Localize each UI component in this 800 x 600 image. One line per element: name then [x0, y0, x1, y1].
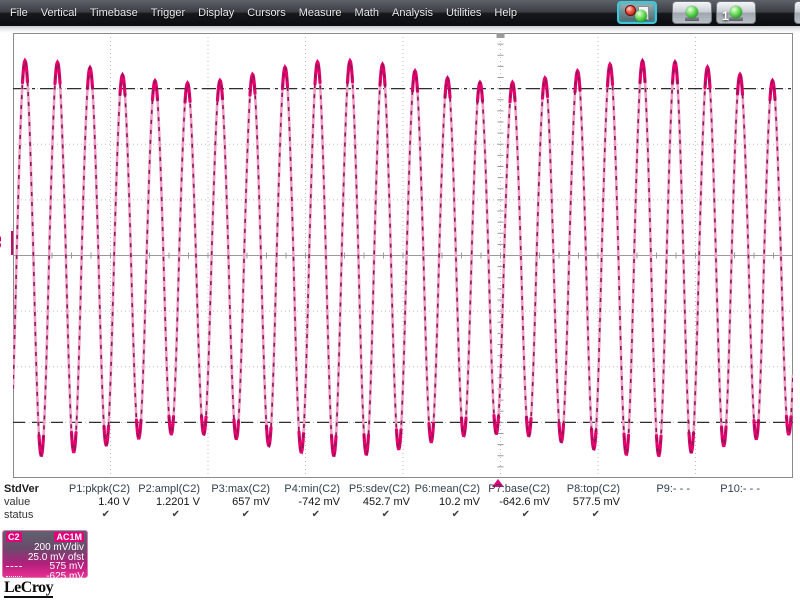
menu-item-measure[interactable]: Measure — [299, 7, 342, 19]
measure-status-p5: ✔ — [381, 509, 390, 520]
coupling-badge: AC1M — [54, 532, 84, 542]
measure-label-p7[interactable]: P7:base(C2) — [480, 483, 550, 496]
measure-label-p5[interactable]: P5:sdev(C2) — [340, 483, 410, 496]
measure-label-p4[interactable]: P4:min(C2) — [270, 483, 340, 496]
channel-axis-marker[interactable]: C2 — [0, 236, 19, 249]
menu-item-analysis[interactable]: Analysis — [392, 7, 433, 19]
measurement-table: StdVer P1:pkpk(C2) P2:ampl(C2) P3:max(C2) P4… — [2, 483, 800, 522]
measure-status-p8: ✔ — [591, 509, 600, 520]
display-1-button[interactable]: 1 — [716, 1, 756, 24]
measure-label-p11[interactable]: P — [760, 483, 800, 496]
menu-item-trigger[interactable]: Trigger — [151, 7, 185, 19]
menu-item-help[interactable]: Help — [494, 7, 517, 19]
menu-item-math[interactable]: Math — [355, 7, 379, 19]
lecroy-logo: LeCroy — [4, 579, 54, 598]
measure-value-p1: 1.40 V — [98, 496, 130, 508]
measure-value-p8: 577.5 mV — [572, 496, 620, 508]
display-partial-button[interactable] — [794, 1, 800, 24]
measure-value-p9 — [620, 496, 690, 509]
window-chrome-strip — [0, 26, 800, 33]
menu-item-cursors[interactable]: Cursors — [247, 7, 286, 19]
menu-item-display[interactable]: Display — [198, 7, 234, 19]
table-row-header-value: value — [4, 496, 31, 508]
measure-value-p6: 10.2 mV — [439, 496, 480, 508]
measure-value-p5: 452.7 mV — [362, 496, 410, 508]
measure-value-p11 — [760, 496, 800, 509]
channel-c2-descriptor-box[interactable]: C2 AC1M 200 mV/div 25.0 mV ofst 575 mV -… — [2, 530, 88, 581]
measure-status-p9 — [620, 509, 690, 522]
measure-status-p2: ✔ — [171, 509, 180, 520]
waveform-display[interactable] — [11, 32, 795, 479]
scope-grid-svg — [11, 32, 795, 479]
measure-label-p2[interactable]: P2:ampl(C2) — [130, 483, 200, 496]
history-mode-button[interactable] — [617, 1, 657, 24]
menu-item-timebase[interactable]: Timebase — [90, 7, 138, 19]
menu-item-utilities[interactable]: Utilities — [446, 7, 481, 19]
measure-value-p4: -742 mV — [298, 496, 340, 508]
cursor-bottom-linestyle-icon — [6, 575, 22, 577]
measure-value-p10 — [690, 496, 760, 509]
channel-axis-tick — [11, 231, 13, 255]
measure-label-p6[interactable]: P6:mean(C2) — [410, 483, 480, 496]
table-row-header-stdver: StdVer — [4, 483, 39, 495]
display-button[interactable] — [672, 1, 712, 24]
measure-status-p7: ✔ — [521, 509, 530, 520]
measure-status-p3: ✔ — [241, 509, 250, 520]
cursor-top-linestyle-icon — [6, 566, 22, 568]
measure-value-p3: 657 mV — [232, 496, 270, 508]
measure-status-p1: ✔ — [101, 509, 110, 520]
channel-name-badge: C2 — [6, 532, 22, 542]
green-orb-icon — [730, 6, 742, 18]
menu-item-vertical[interactable]: Vertical — [41, 7, 77, 19]
measure-label-p1[interactable]: P1:pkpk(C2) — [60, 483, 130, 496]
measure-label-p9[interactable]: P9:- - - — [620, 483, 690, 496]
measure-status-p6: ✔ — [451, 509, 460, 520]
measure-label-p8[interactable]: P8:top(C2) — [550, 483, 620, 496]
green-orb-icon — [634, 10, 647, 22]
measure-value-p7: -642.6 mV — [499, 496, 550, 508]
measure-label-p3[interactable]: P3:max(C2) — [200, 483, 270, 496]
toolbar-button-badge: 1 — [722, 9, 729, 23]
measure-label-p10[interactable]: P10:- - - — [690, 483, 760, 496]
menu-item-file[interactable]: File — [10, 7, 28, 19]
green-orb-icon — [686, 6, 698, 18]
table-row-header-status: status — [4, 509, 34, 521]
measure-status-p10 — [690, 509, 760, 522]
measure-value-p2: 1.2201 V — [155, 496, 200, 508]
measure-status-p11 — [760, 509, 800, 522]
measure-status-p4: ✔ — [311, 509, 320, 520]
